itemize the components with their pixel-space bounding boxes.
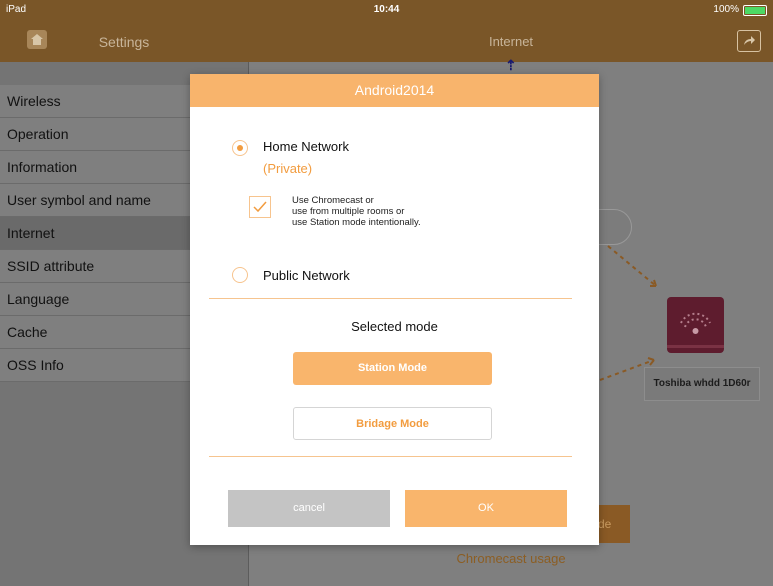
dialog-title: Android2014 <box>190 74 599 107</box>
selected-mode-label: Selected mode <box>351 319 438 334</box>
router-label: Toshiba whdd 1D60r <box>644 367 760 401</box>
station-mode-button[interactable]: Station Mode <box>293 352 492 385</box>
mode-button-background: de <box>598 505 630 543</box>
home-network-radio[interactable] <box>232 140 248 156</box>
ok-button[interactable]: OK <box>405 490 567 527</box>
home-network-label[interactable]: Home Network <box>263 139 349 154</box>
page-title: Internet <box>488 34 534 49</box>
network-dialog: Android2014 Home Network (Private) Use C… <box>190 74 599 545</box>
navigation-bar: Settings Internet <box>0 20 773 62</box>
battery-percent: 100% <box>713 4 739 15</box>
up-arrow-icon: ⇡ <box>505 57 517 73</box>
divider <box>209 456 572 457</box>
checkmark-icon <box>253 201 267 213</box>
bridage-mode-button[interactable]: Bridage Mode <box>293 407 492 440</box>
chromecast-usage-link[interactable]: Chromecast usage <box>249 551 773 566</box>
chromecast-checkbox[interactable] <box>249 196 271 218</box>
public-network-label[interactable]: Public Network <box>263 268 350 283</box>
battery-icon <box>743 5 767 16</box>
divider <box>209 298 572 299</box>
router-icon <box>667 297 724 353</box>
public-network-radio[interactable] <box>232 267 248 283</box>
status-bar: iPad 10:44 100% <box>0 0 773 20</box>
clock: 10:44 <box>373 4 400 15</box>
share-button[interactable] <box>737 30 761 52</box>
cancel-button[interactable]: cancel <box>228 490 390 527</box>
chromecast-checkbox-label: Use Chromecast or use from multiple room… <box>292 195 421 228</box>
home-network-sublabel: (Private) <box>263 161 313 176</box>
share-icon <box>744 36 755 45</box>
settings-title: Settings <box>98 34 150 50</box>
